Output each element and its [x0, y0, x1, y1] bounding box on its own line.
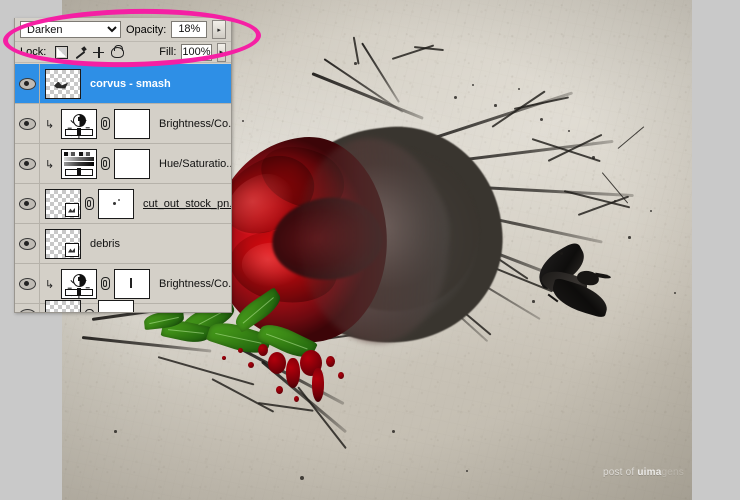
layer-visibility-cell[interactable] — [15, 224, 40, 263]
layer-row-debris[interactable]: debris — [15, 224, 231, 264]
adjustment-slider-icon — [65, 127, 93, 136]
watermark-brand: uima — [637, 467, 662, 478]
clipping-mask-arrow-icon: ↳ — [45, 119, 55, 131]
layer-mask-thumbnail[interactable] — [114, 148, 150, 179]
layer-name[interactable]: corvus - smash — [90, 78, 171, 90]
eye-icon[interactable] — [18, 117, 36, 130]
layer-mask-link-icon[interactable] — [85, 308, 94, 312]
eye-icon[interactable] — [18, 277, 36, 290]
layer-thumbnail[interactable] — [45, 68, 81, 99]
smart-object-badge-icon — [65, 202, 79, 217]
layer-row-brightness-contrast-1[interactable]: ↳ Brightness/Co... — [15, 104, 231, 144]
adjustment-slider-icon — [65, 287, 93, 296]
layer-mask-link-icon[interactable] — [85, 197, 94, 210]
adjustment-slider-icon — [65, 167, 93, 176]
smart-object-badge-icon — [65, 242, 79, 257]
layer-visibility-cell[interactable] — [15, 184, 40, 223]
adjustment-thumbnail-brightness[interactable] — [61, 108, 97, 139]
layer-mask-link-icon[interactable] — [101, 277, 110, 290]
layer-mask-link-icon[interactable] — [101, 117, 110, 130]
layer-row-partial-next[interactable] — [15, 300, 231, 312]
layers-panel[interactable]: Darken Opacity: 18% ▸ Lock: Fill: 100% ▸ — [14, 18, 232, 313]
layer-mask-link-icon[interactable] — [101, 157, 110, 170]
layer-name[interactable]: Brightness/Co... — [159, 278, 231, 290]
layer-name[interactable]: Hue/Saturatio... — [159, 158, 231, 170]
layer-row-corvus-smash[interactable]: corvus - smash — [15, 64, 231, 104]
eye-icon[interactable] — [18, 309, 36, 312]
opacity-input[interactable]: 18% — [171, 21, 208, 38]
blend-mode-dropdown[interactable]: Darken — [20, 21, 121, 38]
blend-mode-row: Darken Opacity: 18% ▸ — [15, 18, 231, 42]
fill-input[interactable]: 100% — [181, 43, 212, 61]
layer-thumbnail[interactable] — [45, 228, 81, 259]
layer-row-cut-out-stock[interactable]: cut_out_stock_pn... — [15, 184, 231, 224]
layer-list[interactable]: corvus - smash ↳ Brightness/Co... ↳ Hue/… — [15, 64, 231, 312]
lock-image-pixels-icon[interactable] — [75, 47, 86, 58]
layer-mask-thumbnail[interactable] — [98, 300, 134, 312]
hue-strips-icon — [64, 151, 94, 169]
eye-icon[interactable] — [18, 197, 36, 210]
lock-all-icon[interactable] — [111, 45, 125, 58]
opacity-spinner-icon[interactable]: ▸ — [212, 20, 226, 39]
layer-mask-thumbnail[interactable] — [114, 268, 150, 299]
lock-position-icon[interactable] — [93, 46, 105, 58]
layer-name[interactable]: Brightness/Co... — [159, 118, 231, 130]
adjustment-thumbnail-brightness[interactable] — [61, 268, 97, 299]
eye-icon[interactable] — [18, 77, 36, 90]
fill-spinner-icon[interactable]: ▸ — [216, 42, 226, 62]
layer-row-hue-saturation[interactable]: ↳ Hue/Saturatio... — [15, 144, 231, 184]
clipping-mask-arrow-icon: ↳ — [45, 279, 55, 291]
layer-visibility-cell[interactable] — [15, 264, 40, 303]
lock-row: Lock: Fill: 100% ▸ — [15, 42, 231, 63]
layer-thumbnail[interactable] — [45, 300, 81, 312]
watermark: post of uimagens — [603, 467, 684, 478]
layer-visibility-cell[interactable] — [15, 64, 40, 103]
lock-label: Lock: — [20, 46, 47, 58]
layer-visibility-cell[interactable] — [15, 144, 40, 183]
layer-row-brightness-contrast-2[interactable]: ↳ Brightness/Co... — [15, 264, 231, 304]
layer-name[interactable]: cut_out_stock_pn... — [143, 198, 231, 210]
lock-transparent-pixels-icon[interactable] — [55, 45, 69, 59]
layer-thumbnail[interactable] — [45, 188, 81, 219]
layer-mask-thumbnail[interactable] — [114, 108, 150, 139]
adjustment-thumbnail-hue[interactable] — [61, 148, 97, 179]
opacity-label: Opacity: — [125, 23, 167, 36]
lock-icon-group — [55, 45, 125, 59]
clipping-mask-arrow-icon: ↳ — [45, 159, 55, 171]
eye-icon[interactable] — [18, 157, 36, 170]
eye-icon[interactable] — [18, 237, 36, 250]
watermark-prefix: post of — [602, 467, 638, 478]
fill-label: Fill: — [159, 46, 177, 58]
layer-name[interactable]: debris — [90, 238, 120, 250]
layer-mask-thumbnail[interactable] — [98, 188, 134, 219]
layer-visibility-cell[interactable] — [15, 304, 40, 312]
screenshot-root: post of uimagens Darken Opacity: 18% ▸ L… — [0, 0, 740, 500]
layer-visibility-cell[interactable] — [15, 104, 40, 143]
watermark-suffix: gens — [661, 467, 684, 478]
